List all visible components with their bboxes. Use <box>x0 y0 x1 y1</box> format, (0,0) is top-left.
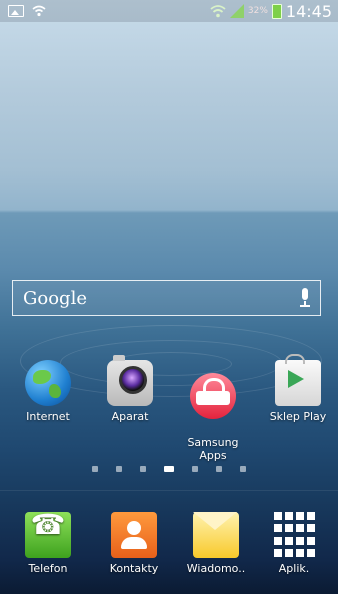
app-label: Internet <box>26 410 70 423</box>
app-internet[interactable]: Internet <box>8 360 88 423</box>
phone-icon <box>25 512 71 558</box>
dock-divider <box>0 490 338 491</box>
contacts-icon <box>111 512 157 558</box>
app-label: Wiadomo.. <box>186 562 246 575</box>
page-dot[interactable] <box>92 466 98 472</box>
battery-icon <box>271 3 282 19</box>
play-store-icon <box>275 354 321 406</box>
app-label: Samsung Apps <box>187 436 239 462</box>
page-indicator[interactable] <box>0 466 338 472</box>
page-dot[interactable] <box>140 466 146 472</box>
app-label: Kontakty <box>109 562 159 575</box>
status-bar[interactable]: 32% 14:45 <box>0 0 338 22</box>
page-dot[interactable] <box>192 466 198 472</box>
app-label: Telefon <box>28 562 68 575</box>
page-dot[interactable] <box>216 466 222 472</box>
camera-icon <box>107 355 153 406</box>
dock-wiadomosci[interactable]: Wiadomo.. <box>176 512 256 575</box>
app-label: Sklep Play <box>269 410 327 423</box>
dock-aplikacje[interactable]: Aplik. <box>254 512 334 575</box>
page-dot[interactable] <box>240 466 246 472</box>
messages-icon <box>193 512 239 558</box>
google-label: Google <box>23 287 87 309</box>
wifi-icon <box>32 5 46 17</box>
app-label: Aparat <box>111 410 149 423</box>
wifi-icon <box>210 5 226 18</box>
page-dot[interactable] <box>116 466 122 472</box>
google-search-widget[interactable]: Google <box>12 280 321 316</box>
signal-icon <box>229 4 244 18</box>
clock: 14:45 <box>285 1 332 21</box>
picture-icon <box>8 5 24 17</box>
shopping-bag-icon <box>190 373 236 419</box>
page-dot-active[interactable] <box>164 466 174 472</box>
globe-icon <box>25 360 71 406</box>
app-label: Aplik. <box>278 562 310 575</box>
app-samsung-apps[interactable]: Samsung Apps <box>173 360 253 475</box>
app-aparat[interactable]: Aparat <box>90 355 170 423</box>
home-screen: 32% 14:45 Google Internet Aparat Samsung… <box>0 0 338 594</box>
app-sklep-play[interactable]: Sklep Play <box>258 354 338 423</box>
microphone-icon[interactable] <box>300 288 310 308</box>
dock-telefon[interactable]: Telefon <box>8 512 88 575</box>
dock-kontakty[interactable]: Kontakty <box>94 512 174 575</box>
apps-grid-icon <box>271 512 317 558</box>
battery-percent: 32% <box>247 6 268 16</box>
